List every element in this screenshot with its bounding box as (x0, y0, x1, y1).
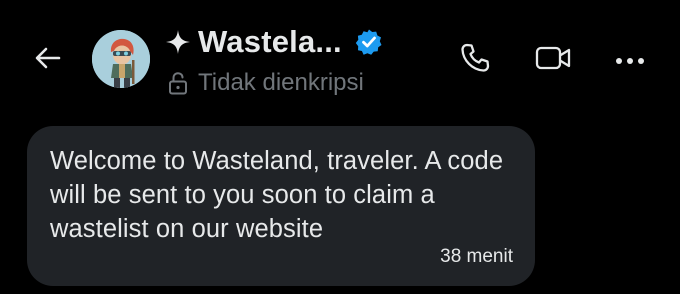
message-bubble[interactable]: Welcome to Wasteland, traveler. A code w… (27, 126, 535, 286)
phone-icon (458, 41, 492, 79)
lock-open-icon (168, 71, 188, 95)
verified-badge-icon (354, 27, 384, 57)
contact-name: Wastela... (198, 24, 342, 59)
conversation-header: Wastela... Tidak dienkripsi (0, 0, 680, 118)
arrow-left-icon (32, 42, 64, 78)
message-timestamp: 38 menit (440, 246, 513, 267)
encryption-status-text: Tidak dienkripsi (198, 69, 364, 96)
more-horizontal-icon (614, 51, 646, 70)
contact-title[interactable]: Wastela... (164, 22, 384, 62)
more-options-button[interactable] (610, 40, 650, 80)
video-call-button[interactable] (533, 40, 573, 80)
call-button[interactable] (455, 40, 495, 80)
sparkle-icon (164, 28, 192, 56)
message-text: Welcome to Wasteland, traveler. A code w… (50, 147, 504, 243)
video-camera-icon (534, 43, 572, 77)
back-button[interactable] (28, 40, 68, 80)
encryption-status: Tidak dienkripsi (168, 68, 364, 98)
avatar[interactable] (92, 30, 150, 88)
